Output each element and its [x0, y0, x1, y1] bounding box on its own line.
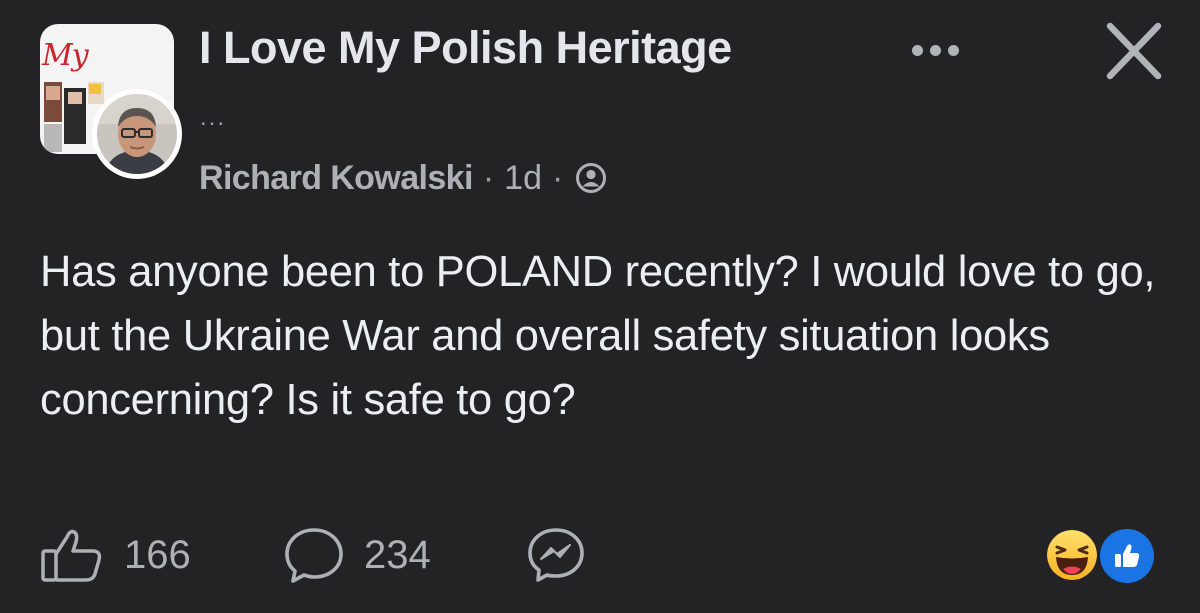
more-options-icon-dot — [929, 44, 941, 56]
send-messenger-button[interactable] — [525, 528, 587, 582]
like-button[interactable]: 166 — [40, 528, 191, 582]
messenger-icon — [528, 528, 584, 582]
close-icon — [1106, 22, 1162, 80]
post-card: My I Love My Polish Heritage ... Richard… — [0, 0, 1200, 613]
post-body-text: Has anyone been to POLAND recently? I wo… — [40, 248, 1156, 424]
comment-bubble-icon — [285, 528, 343, 583]
comment-button[interactable]: 234 — [282, 528, 431, 583]
post-timestamp[interactable]: 1d — [504, 159, 542, 198]
group-name-link[interactable]: I Love My Polish Heritage — [199, 22, 732, 74]
comment-count: 234 — [364, 532, 431, 577]
like-count: 166 — [124, 532, 191, 577]
author-photo — [97, 94, 177, 174]
post-meta: Richard Kowalski · 1d · — [199, 155, 607, 201]
more-options-icon — [911, 44, 923, 56]
meta-separator: · — [482, 158, 495, 197]
author-name-link[interactable]: Richard Kowalski — [199, 159, 473, 198]
close-button[interactable] — [1100, 20, 1168, 84]
thumbs-up-icon — [41, 529, 102, 582]
group-avatar-logo-text: My — [42, 38, 89, 73]
more-options-button[interactable] — [900, 28, 970, 72]
author-avatar[interactable] — [92, 89, 182, 179]
like-reaction-icon — [1100, 529, 1154, 583]
haha-reaction-icon — [1044, 527, 1100, 583]
more-options-icon-dot — [947, 44, 959, 56]
meta-separator: · — [551, 158, 564, 197]
subline-ellipsis: ... — [200, 104, 227, 131]
group-members-icon[interactable] — [575, 162, 607, 194]
reaction-summary[interactable] — [1044, 527, 1159, 583]
